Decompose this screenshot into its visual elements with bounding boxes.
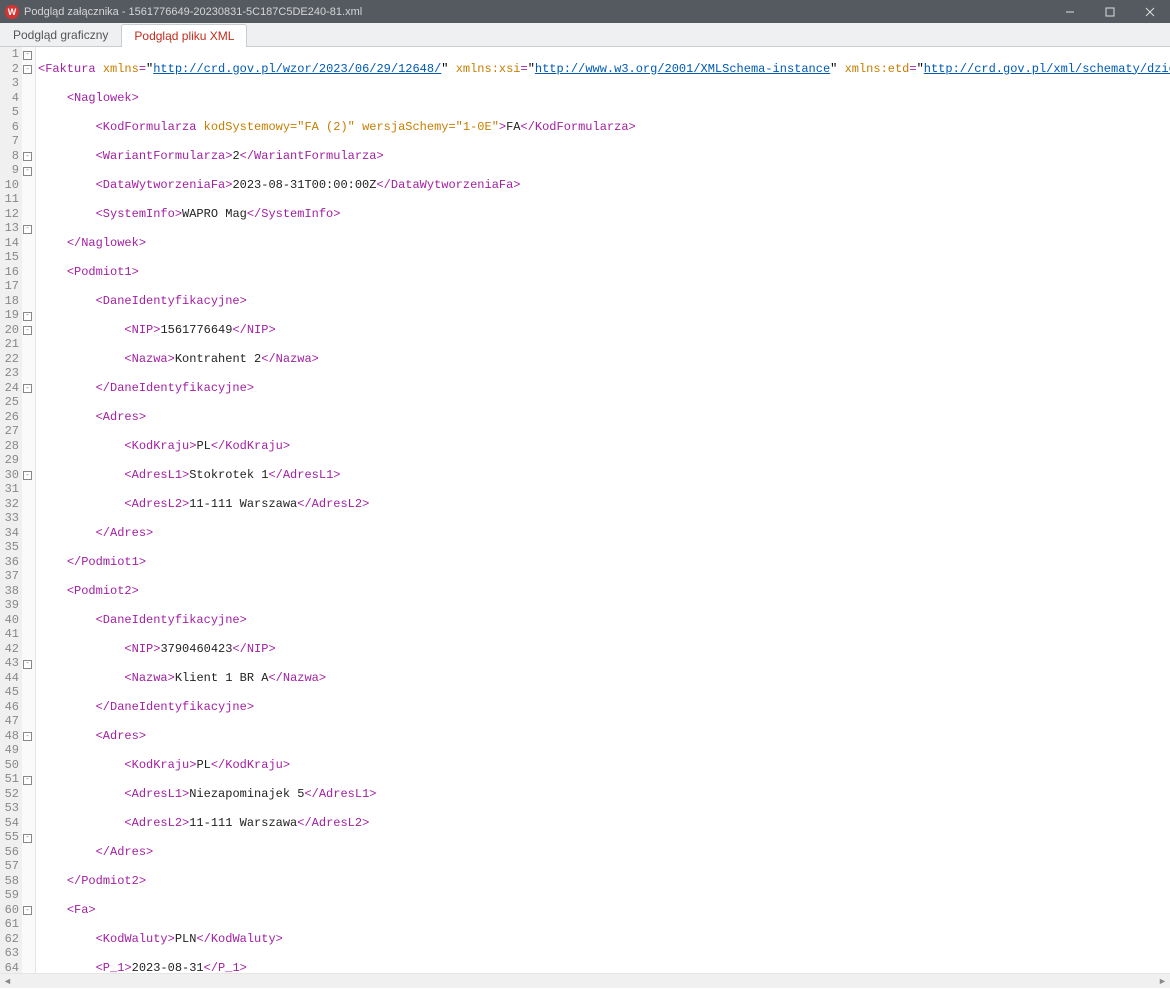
fold-column[interactable]: --------------	[22, 47, 36, 973]
window-title: Podgląd załącznika - 1561776649-20230831…	[24, 6, 1050, 18]
scroll-left-arrow-icon[interactable]: ◄	[0, 974, 15, 989]
code-area[interactable]: <Faktura xmlns="http://crd.gov.pl/wzor/2…	[36, 47, 1170, 973]
title-bar: W Podgląd załącznika - 1561776649-202308…	[0, 0, 1170, 23]
xml-editor: 1234567891011121314151617181920212223242…	[0, 47, 1170, 973]
app-icon: W	[5, 5, 19, 19]
scroll-right-arrow-icon[interactable]: ►	[1155, 974, 1170, 989]
horizontal-scrollbar[interactable]: ◄ ►	[0, 973, 1170, 988]
tab-xml-preview[interactable]: Podgląd pliku XML	[121, 24, 247, 47]
line-number-gutter: 1234567891011121314151617181920212223242…	[0, 47, 22, 973]
tab-bar: Podgląd graficzny Podgląd pliku XML	[0, 23, 1170, 47]
close-button[interactable]	[1130, 0, 1170, 23]
minimize-button[interactable]	[1050, 0, 1090, 23]
tab-graphic-preview[interactable]: Podgląd graficzny	[0, 23, 121, 46]
maximize-button[interactable]	[1090, 0, 1130, 23]
